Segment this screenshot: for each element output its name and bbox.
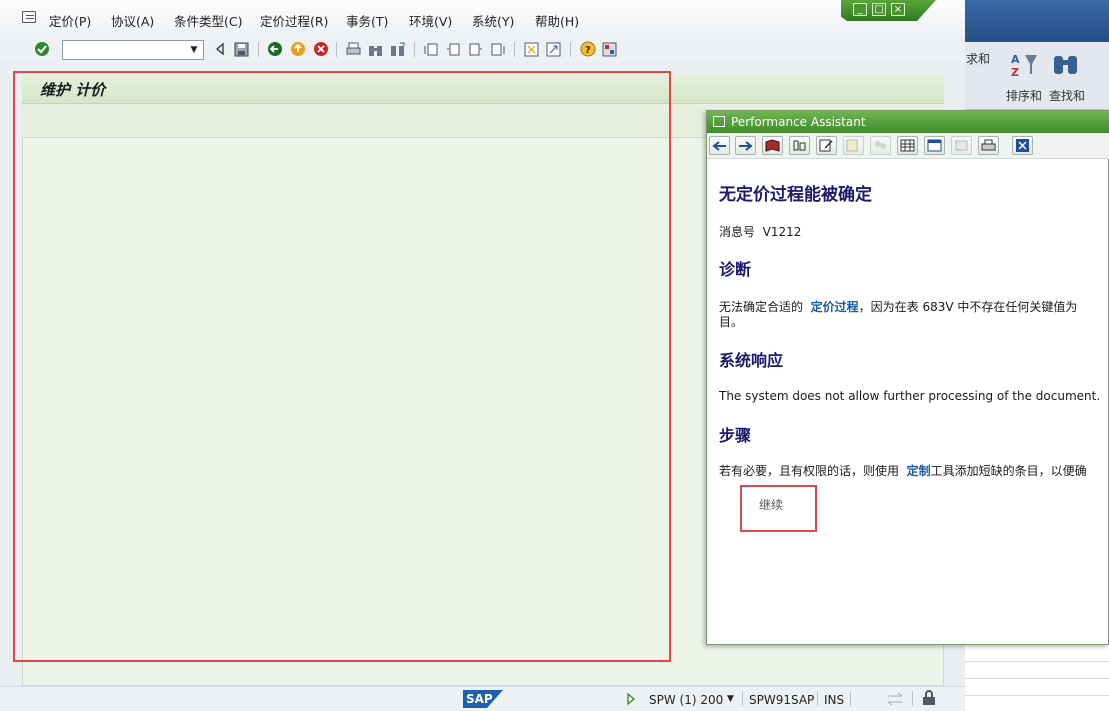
error-heading: 无定价过程能被确定 [719, 185, 872, 205]
shortcut-icon[interactable] [545, 40, 562, 58]
title-bar [22, 74, 944, 104]
menu-help[interactable]: 帮助(H) [535, 11, 579, 30]
cancel-icon[interactable] [312, 40, 329, 58]
command-field[interactable]: ▼ [62, 40, 204, 60]
back-arrow-icon[interactable] [211, 40, 228, 58]
svg-text:?: ? [585, 45, 591, 56]
table-icon[interactable] [897, 136, 918, 155]
new-session-icon[interactable] [523, 40, 540, 58]
toolbar-separator [570, 42, 571, 57]
toolbar-separator [514, 42, 515, 57]
toolbar-separator [336, 42, 337, 57]
sort-icon: A Z [1011, 53, 1037, 78]
message-number-value: V1212 [762, 225, 802, 239]
book-icon[interactable] [762, 136, 783, 155]
edit-icon[interactable] [816, 136, 837, 155]
diagnosis-text-part2: ，因为在表 683V 中不存在任何关键值为 [858, 300, 1078, 314]
procedure-heading: 步骤 [719, 426, 752, 445]
pricing-procedure-link[interactable]: 定价过程 [811, 300, 859, 314]
procedure-text: 若有必要，且有权限的话，则使用 定制工具添加短缺的条目，以便确 [719, 462, 1087, 479]
print-icon[interactable] [345, 40, 362, 58]
enter-icon[interactable] [33, 40, 50, 58]
diagnosis-text: 无法确定合适的 定价过程，因为在表 683V 中不存在任何关键值为 [719, 298, 1077, 315]
system-response-text: The system does not allow further proces… [719, 389, 1101, 403]
lock-icon[interactable] [921, 690, 937, 709]
find-next-icon[interactable] [389, 40, 406, 58]
status-separator [850, 691, 851, 706]
page-title: 维护 计价 [40, 81, 106, 99]
menu-pricing-procedure[interactable]: 定价过程(R) [260, 11, 328, 30]
close-icon[interactable] [1012, 136, 1033, 155]
diagnosis-text-continued: 目。 [719, 315, 744, 329]
performance-assistant-toolbar [707, 133, 1109, 159]
input-mode[interactable]: INS [824, 693, 844, 707]
menu-transactions[interactable]: 事务(T) [346, 11, 388, 30]
menu-agreements[interactable]: 协议(A) [111, 11, 154, 30]
ribbon-find-label: 查找和 [1049, 89, 1086, 103]
find-icon[interactable] [367, 40, 384, 58]
customizing-link[interactable]: 定制 [907, 464, 931, 478]
menu-condition-types[interactable]: 条件类型(C) [174, 11, 242, 30]
status-arrows-icon [886, 692, 904, 709]
procedure-text-part1: 若有必要，且有权限的话，则使用 [719, 464, 900, 478]
performance-assistant-window: Performance Assistant 无定价过程能被确定 消息号 V121… [706, 110, 1109, 645]
technical-info-icon[interactable] [789, 136, 810, 155]
toolbar-separator [258, 42, 259, 57]
ribbon-sum-label: 求和 [966, 52, 991, 66]
menu-environment[interactable]: 环境(V) [409, 11, 452, 30]
svg-text:A: A [1011, 53, 1020, 66]
server-name: SPW91SAP [749, 693, 815, 707]
background-window-header [965, 0, 1109, 42]
close-icon[interactable]: × [891, 3, 905, 16]
performance-assistant-content: 无定价过程能被确定 消息号 V1212 诊断 无法确定合适的 定价过程，因为在表… [707, 160, 1108, 644]
procedure-text-part2: 工具添加短缺的条目，以便确 [930, 464, 1087, 478]
menu-icon[interactable] [22, 11, 36, 23]
message-number: 消息号 V1212 [719, 223, 801, 240]
ribbon-sort-label: 排序和 [1006, 89, 1043, 103]
save-icon[interactable] [233, 40, 250, 58]
status-separator [912, 691, 913, 706]
first-page-icon[interactable] [423, 40, 440, 58]
previous-page-icon[interactable] [445, 40, 462, 58]
background-ribbon: 求和 A Z 排序和 查找和 [965, 42, 1109, 110]
back-arrow-icon[interactable] [709, 136, 730, 155]
window-menu-icon[interactable] [713, 116, 725, 127]
help-icon[interactable]: ? [579, 40, 596, 58]
next-page-icon[interactable] [467, 40, 484, 58]
forward-arrow-icon[interactable] [735, 136, 756, 155]
command-dropdown-icon[interactable]: ▼ [187, 43, 201, 57]
toolbar-separator [414, 42, 415, 57]
performance-assistant-title: Performance Assistant [731, 115, 866, 129]
system-dropdown-icon[interactable]: ▼ [727, 694, 734, 704]
back-icon[interactable] [266, 40, 283, 58]
background-grid [965, 645, 1109, 711]
note-icon [843, 136, 864, 155]
menu-pricing[interactable]: 定价(P) [49, 11, 91, 30]
system-info[interactable]: SPW (1) 200 [649, 693, 723, 707]
status-separator [817, 691, 818, 706]
print-icon[interactable] [978, 136, 999, 155]
system-response-heading: 系统响应 [719, 351, 784, 370]
status-separator [742, 691, 743, 706]
find-icon [1054, 56, 1077, 74]
last-page-icon[interactable] [489, 40, 506, 58]
menu-bar: 定价(P) 协议(A) 条件类型(C) 定价过程(R) 事务(T) 环境(V) … [0, 0, 965, 38]
window-icon[interactable] [924, 136, 945, 155]
exit-icon[interactable] [289, 40, 306, 58]
layout-menu-icon[interactable] [601, 40, 618, 58]
minimize-icon[interactable]: _ [853, 3, 867, 16]
message-number-label: 消息号 [719, 225, 756, 239]
continue-link[interactable]: 继续 [759, 496, 783, 513]
maximize-icon[interactable]: □ [872, 3, 886, 16]
settings-icon [951, 136, 972, 155]
diagnosis-text-part1: 无法确定合适的 [719, 300, 804, 314]
performance-assistant-title-bar[interactable]: Performance Assistant [707, 111, 1109, 133]
diagnosis-heading: 诊断 [719, 260, 752, 279]
menu-system[interactable]: 系统(Y) [472, 11, 514, 30]
play-icon[interactable] [626, 692, 636, 709]
group-icon [870, 136, 891, 155]
svg-text:Z: Z [1011, 66, 1019, 78]
